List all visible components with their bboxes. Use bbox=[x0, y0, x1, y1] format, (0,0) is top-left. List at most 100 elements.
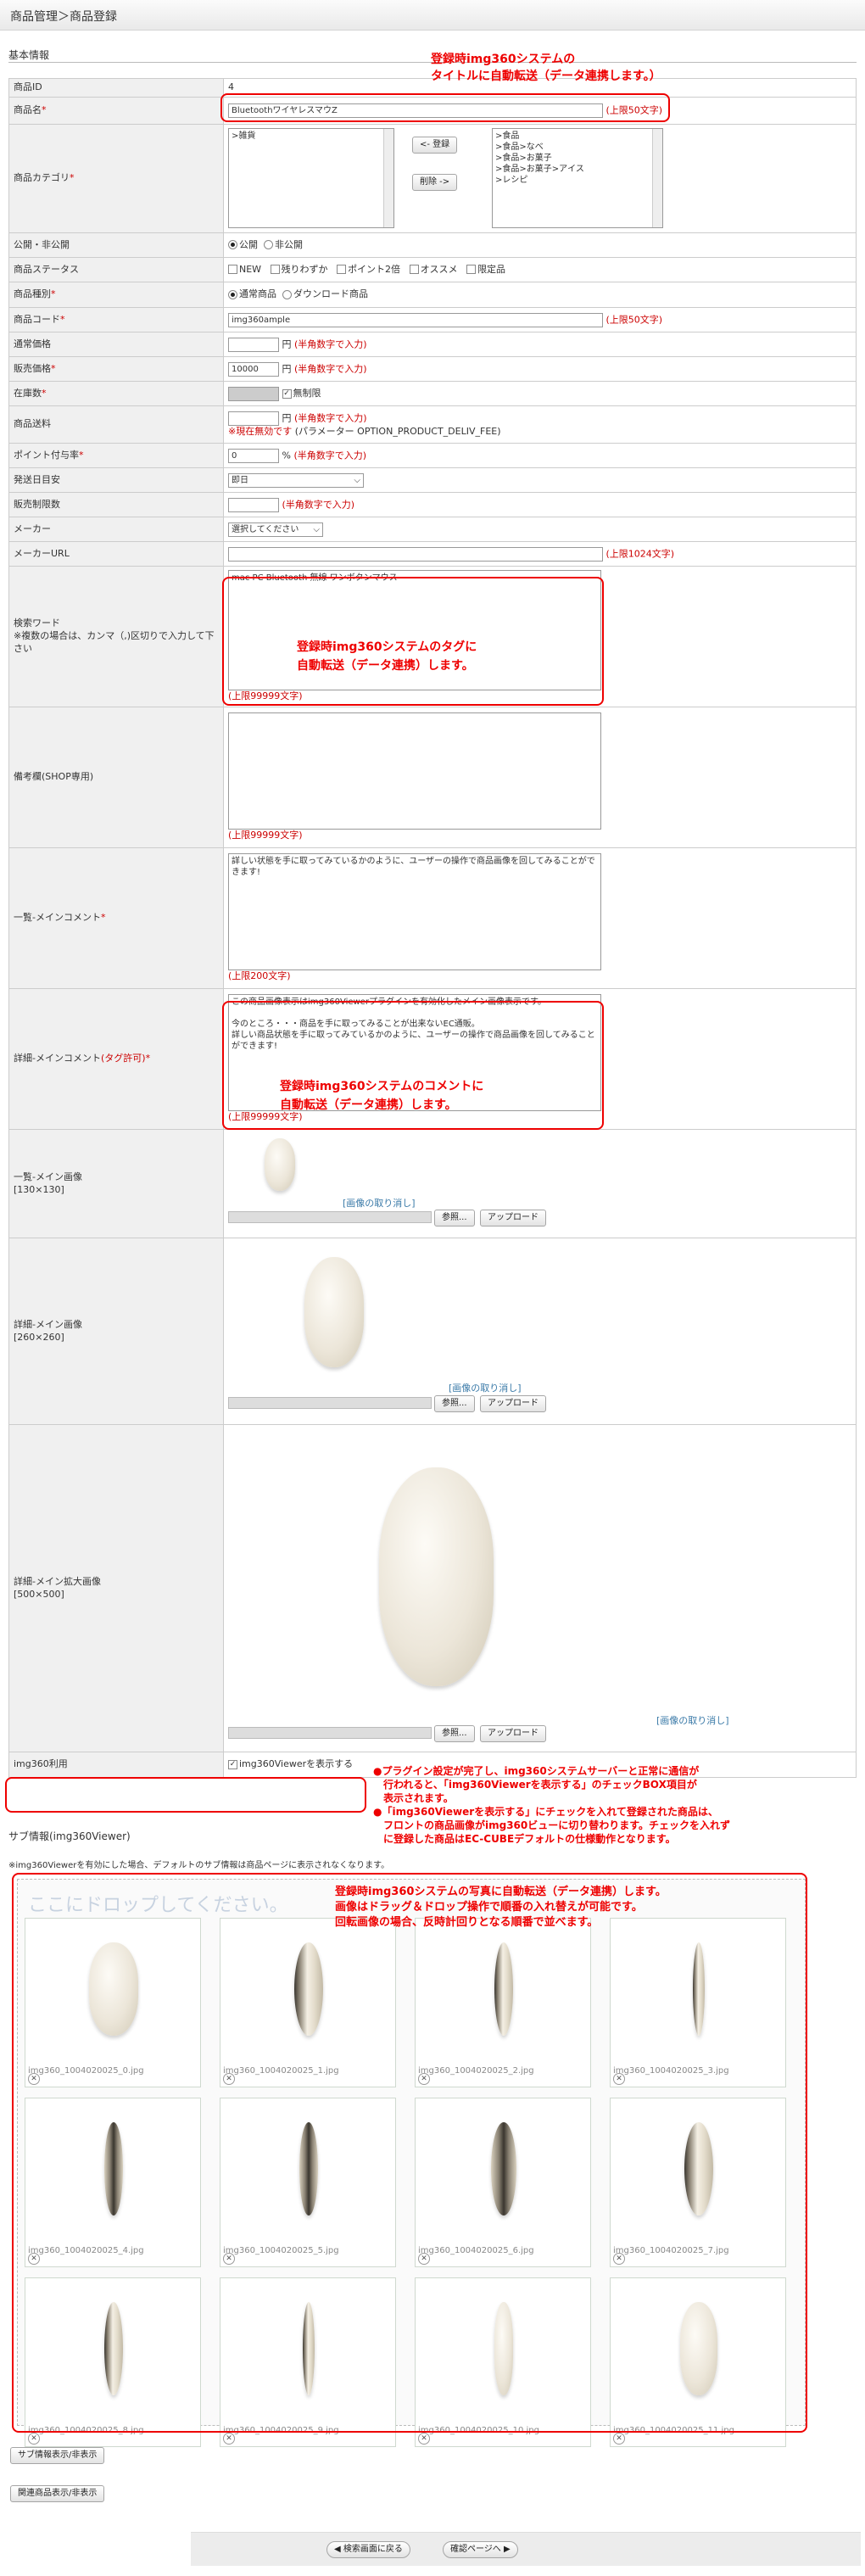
large-image-file-field[interactable] bbox=[228, 1727, 432, 1739]
label-sale-limit: 販売制限数 bbox=[8, 492, 224, 517]
category-selected-item[interactable]: >食品 bbox=[495, 131, 660, 142]
category-available-item[interactable]: >雑貨 bbox=[232, 131, 391, 142]
callout-text-photos: 登録時img360システムの写真に自動転送（データ連携）します。 画像はドラッグ… bbox=[335, 1886, 667, 1929]
label-category: 商品カテゴリ bbox=[14, 172, 70, 184]
status-checkbox-new[interactable]: NEW bbox=[228, 264, 261, 275]
row-maker: メーカー 選択してください ⌵ bbox=[8, 517, 857, 542]
row-publish: 公開・非公開 公開 非公開 bbox=[8, 232, 857, 258]
row-memo: 備考欄(SHOP専用) (上限99999文字) bbox=[8, 707, 857, 848]
row-normal-price: 通常価格 円 (半角数字で入力) bbox=[8, 332, 857, 357]
label-stock: 在庫数 bbox=[14, 387, 42, 399]
label-detail-comment: 詳細-メインコメント bbox=[14, 1053, 101, 1064]
tag-allowed-note: (タグ許可) bbox=[100, 1053, 146, 1064]
page-title: 商品管理＞商品登録 bbox=[10, 10, 117, 24]
status-checkbox-limited[interactable]: 限定品 bbox=[466, 264, 505, 275]
stock-input[interactable] bbox=[228, 386, 279, 401]
sale-price-input[interactable]: 10000 bbox=[228, 361, 279, 377]
radio-download-product[interactable]: ダウンロード商品 bbox=[282, 288, 368, 299]
category-add-button[interactable]: <- 登録 bbox=[412, 137, 458, 154]
label-ship-date: 発送日目安 bbox=[8, 467, 224, 493]
memo-textarea[interactable] bbox=[228, 712, 601, 830]
point-rate-input[interactable]: 0 bbox=[228, 448, 279, 463]
row-stock: 在庫数* ✓ 無制限 bbox=[8, 381, 857, 406]
remove-icon[interactable]: ✕ bbox=[223, 2433, 235, 2445]
callout-img360-row bbox=[5, 1777, 366, 1813]
list-image-upload-button[interactable]: アップロード bbox=[480, 1210, 546, 1227]
label-img360: img360利用 bbox=[8, 1752, 224, 1778]
footer-bar: ◀ 検索画面に戻る 確認ページへ ▶ bbox=[191, 2532, 861, 2566]
row-category: 商品カテゴリ* >雑貨 <- 登録 削除 -> >食品 >食品>なべ >食品>お… bbox=[8, 124, 857, 233]
label-status: 商品ステータス bbox=[8, 257, 224, 282]
label-shipping: 商品送料 bbox=[8, 405, 224, 444]
related-products-toggle-button[interactable]: 関連商品表示/非表示 bbox=[10, 2485, 105, 2502]
status-checkbox-recommend[interactable]: オススメ bbox=[409, 264, 458, 275]
detail-image-browse-button[interactable]: 参照... bbox=[434, 1395, 475, 1412]
page-header: 商品管理＞商品登録 bbox=[0, 0, 865, 31]
large-image-upload-button[interactable]: アップロード bbox=[480, 1725, 546, 1742]
row-shipping: 商品送料 円 (半角数字で入力) ※現在無効です (パラメーター OPTION_P… bbox=[8, 405, 857, 444]
section-title-basic: 基本情報 bbox=[8, 49, 50, 61]
sale-limit-input[interactable] bbox=[228, 497, 279, 512]
row-ship-date: 発送日目安 即日 ⌵ bbox=[8, 467, 857, 493]
product-form-table: 商品ID 4 商品名* BluetoothワイヤレスマウZ (上限50文字) 商品カ… bbox=[8, 78, 857, 1778]
back-to-search-button[interactable]: ◀ 検索画面に戻る bbox=[326, 2541, 410, 2558]
label-detail-image: 詳細-メイン画像 bbox=[14, 1318, 82, 1330]
callout-product-name bbox=[220, 93, 670, 122]
detail-image-upload-button[interactable]: アップロード bbox=[480, 1395, 546, 1412]
confirm-button[interactable]: 確認ページへ ▶ bbox=[443, 2541, 518, 2558]
radio-public[interactable]: 公開 bbox=[228, 239, 258, 250]
category-selected-item[interactable]: >レシピ bbox=[495, 175, 660, 186]
row-list-image: 一覧-メイン画像 [130×130] [画像の取り消し] 参照... アップロード bbox=[8, 1129, 857, 1238]
radio-private[interactable]: 非公開 bbox=[264, 239, 303, 250]
normal-price-input[interactable] bbox=[228, 337, 279, 352]
stock-unlimited-checkbox[interactable]: ✓ 無制限 bbox=[282, 388, 321, 399]
list-comment-textarea[interactable]: 詳しい状態を手に取ってみているかのように、ユーザーの操作で商品画像を回してみるこ… bbox=[228, 853, 601, 971]
list-image-file-field[interactable] bbox=[228, 1211, 432, 1223]
callout-text-comment: 登録時img360システムのコメントに 自動転送（データ連携）します。 bbox=[280, 1080, 484, 1112]
label-publish: 公開・非公開 bbox=[8, 232, 224, 258]
row-sale-limit: 販売制限数 (半角数字で入力) bbox=[8, 492, 857, 517]
category-available-list[interactable]: >雑貨 bbox=[228, 128, 394, 228]
large-image-delete-link[interactable]: [画像の取り消し] bbox=[656, 1715, 729, 1728]
list-scrollbar[interactable] bbox=[652, 129, 662, 227]
label-point-rate: ポイント付与率 bbox=[14, 449, 79, 461]
category-selected-item[interactable]: >食品>お菓子>アイス bbox=[495, 164, 660, 175]
label-kind: 商品種別 bbox=[14, 288, 51, 300]
large-image-browse-button[interactable]: 参照... bbox=[434, 1725, 475, 1742]
sub-info-toggle-button[interactable]: サブ情報表示/非表示 bbox=[10, 2447, 105, 2464]
maker-select[interactable]: 選択してください ⌵ bbox=[228, 522, 323, 537]
callout-text-tag: 登録時img360システムのタグに 自動転送（データ連携）します。 bbox=[297, 640, 477, 673]
maker-url-input[interactable] bbox=[228, 546, 603, 562]
list-image-delete-link[interactable]: [画像の取り消し] bbox=[343, 1198, 416, 1210]
page: 商品管理＞商品登録 基本情報 商品ID 4 商品名* Bluetoothワイヤレスマ… bbox=[0, 0, 865, 2576]
list-scrollbar[interactable] bbox=[383, 129, 393, 227]
code-input[interactable]: img360ample bbox=[228, 312, 603, 327]
detail-image-file-field[interactable] bbox=[228, 1397, 432, 1409]
category-selected-list[interactable]: >食品 >食品>なべ >食品>お菓子 >食品>お菓子>アイス >レシピ bbox=[492, 128, 663, 228]
category-selected-item[interactable]: >食品>お菓子 bbox=[495, 153, 660, 164]
category-selected-item[interactable]: >食品>なべ bbox=[495, 142, 660, 153]
callout-photos bbox=[12, 1873, 807, 2433]
status-checkbox-double-point[interactable]: ポイント2倍 bbox=[337, 264, 400, 275]
detail-image-delete-link[interactable]: [画像の取り消し] bbox=[449, 1383, 522, 1395]
remove-icon[interactable]: ✕ bbox=[418, 2433, 430, 2445]
ship-date-select[interactable]: 即日 ⌵ bbox=[228, 472, 364, 488]
category-remove-button[interactable]: 削除 -> bbox=[412, 174, 458, 191]
img360-viewer-checkbox[interactable]: ✓ img360Viewerを表示する bbox=[228, 1758, 353, 1769]
label-maker-url: メーカーURL bbox=[8, 541, 224, 567]
radio-normal-product[interactable]: 通常商品 bbox=[228, 288, 276, 299]
label-product-id: 商品ID bbox=[8, 78, 224, 98]
chevron-left-icon: ◀ bbox=[334, 2545, 343, 2554]
remove-icon[interactable]: ✕ bbox=[28, 2433, 40, 2445]
label-large-image: 詳細-メイン拡大画像 bbox=[14, 1575, 101, 1587]
code-note: (上限50文字) bbox=[606, 314, 663, 325]
row-kind: 商品種別* 通常商品 ダウンロード商品 bbox=[8, 282, 857, 308]
row-point-rate: ポイント付与率* 0 % (半角数字で入力) bbox=[8, 443, 857, 468]
row-list-comment: 一覧-メインコメント* 詳しい状態を手に取ってみているかのように、ユーザーの操作で… bbox=[8, 847, 857, 989]
chevron-down-icon: ⌵ bbox=[354, 475, 360, 485]
detail-image-preview bbox=[304, 1257, 364, 1367]
status-checkbox-few[interactable]: 残りわずか bbox=[270, 264, 328, 275]
remove-icon[interactable]: ✕ bbox=[613, 2433, 625, 2445]
shipping-input[interactable] bbox=[228, 411, 279, 426]
list-image-browse-button[interactable]: 参照... bbox=[434, 1210, 475, 1227]
